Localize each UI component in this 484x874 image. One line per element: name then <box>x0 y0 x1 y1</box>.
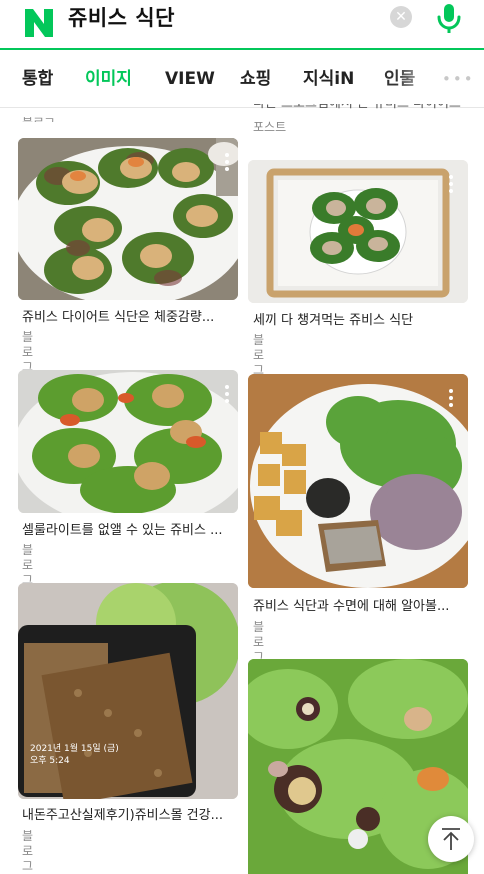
result-image[interactable] <box>248 374 468 588</box>
clear-icon[interactable]: ✕ <box>390 6 412 28</box>
partial-source-right: 포스트 <box>253 120 287 134</box>
scroll-top-button[interactable] <box>428 816 474 862</box>
result-image[interactable] <box>18 138 238 300</box>
result-image[interactable]: 2021년 1월 15일 (금) 오후 5:24 <box>18 583 238 799</box>
header-divider <box>0 48 484 50</box>
search-header: 쥬비스 식단 ✕ <box>0 0 484 50</box>
partial-source: 블로그 <box>22 116 55 122</box>
result-image[interactable] <box>248 160 468 303</box>
tab-images[interactable]: 이미지 <box>85 68 132 90</box>
tab-shopping[interactable]: 쇼핑 <box>240 68 271 90</box>
search-tabs: 통합 이미지 VIEW 쇼핑 지식iN 인물 ••• <box>0 52 484 108</box>
result-source: 블로그 <box>22 330 34 374</box>
scroll-top-icon <box>442 828 460 850</box>
photo-time: 오후 5:24 <box>30 756 70 766</box>
naver-logo-icon[interactable] <box>22 6 56 40</box>
tab-all[interactable]: 통합 <box>22 68 53 90</box>
result-title[interactable]: 쥬비스 식단과 수면에 대해 알아볼... <box>253 599 467 615</box>
more-options-icon[interactable] <box>224 384 230 404</box>
tabs-fade <box>396 52 440 107</box>
more-options-icon[interactable] <box>448 388 454 408</box>
more-options-icon[interactable] <box>448 174 454 194</box>
search-input[interactable]: 쥬비스 식단 <box>68 6 175 30</box>
result-source: 블로그 <box>22 829 34 873</box>
result-title[interactable]: 셀룰라이트를 없앨 수 있는 쥬비스 ... <box>22 523 236 539</box>
tab-view[interactable]: VIEW <box>165 68 215 90</box>
result-source: 블로그 <box>22 543 34 587</box>
photo-timestamp: 2021년 1월 15일 (금) 오후 5:24 <box>30 743 119 767</box>
tab-kin[interactable]: 지식iN <box>303 68 354 90</box>
more-dots-icon[interactable]: ••• <box>442 70 475 88</box>
mic-icon[interactable] <box>434 2 464 36</box>
result-title[interactable]: 내돈주고산실제후기)쥬비스몰 건강... <box>22 808 236 824</box>
result-image[interactable] <box>18 370 238 513</box>
photo-date: 2021년 1월 15일 (금) <box>30 744 119 754</box>
result-source: 블로그 <box>253 333 265 377</box>
result-title[interactable]: 쥬비스 다이어트 식단은 체중감량... <box>22 310 236 326</box>
result-title[interactable]: 세끼 다 챙겨먹는 쥬비스 식단 <box>253 313 467 329</box>
more-options-icon[interactable] <box>224 152 230 172</box>
